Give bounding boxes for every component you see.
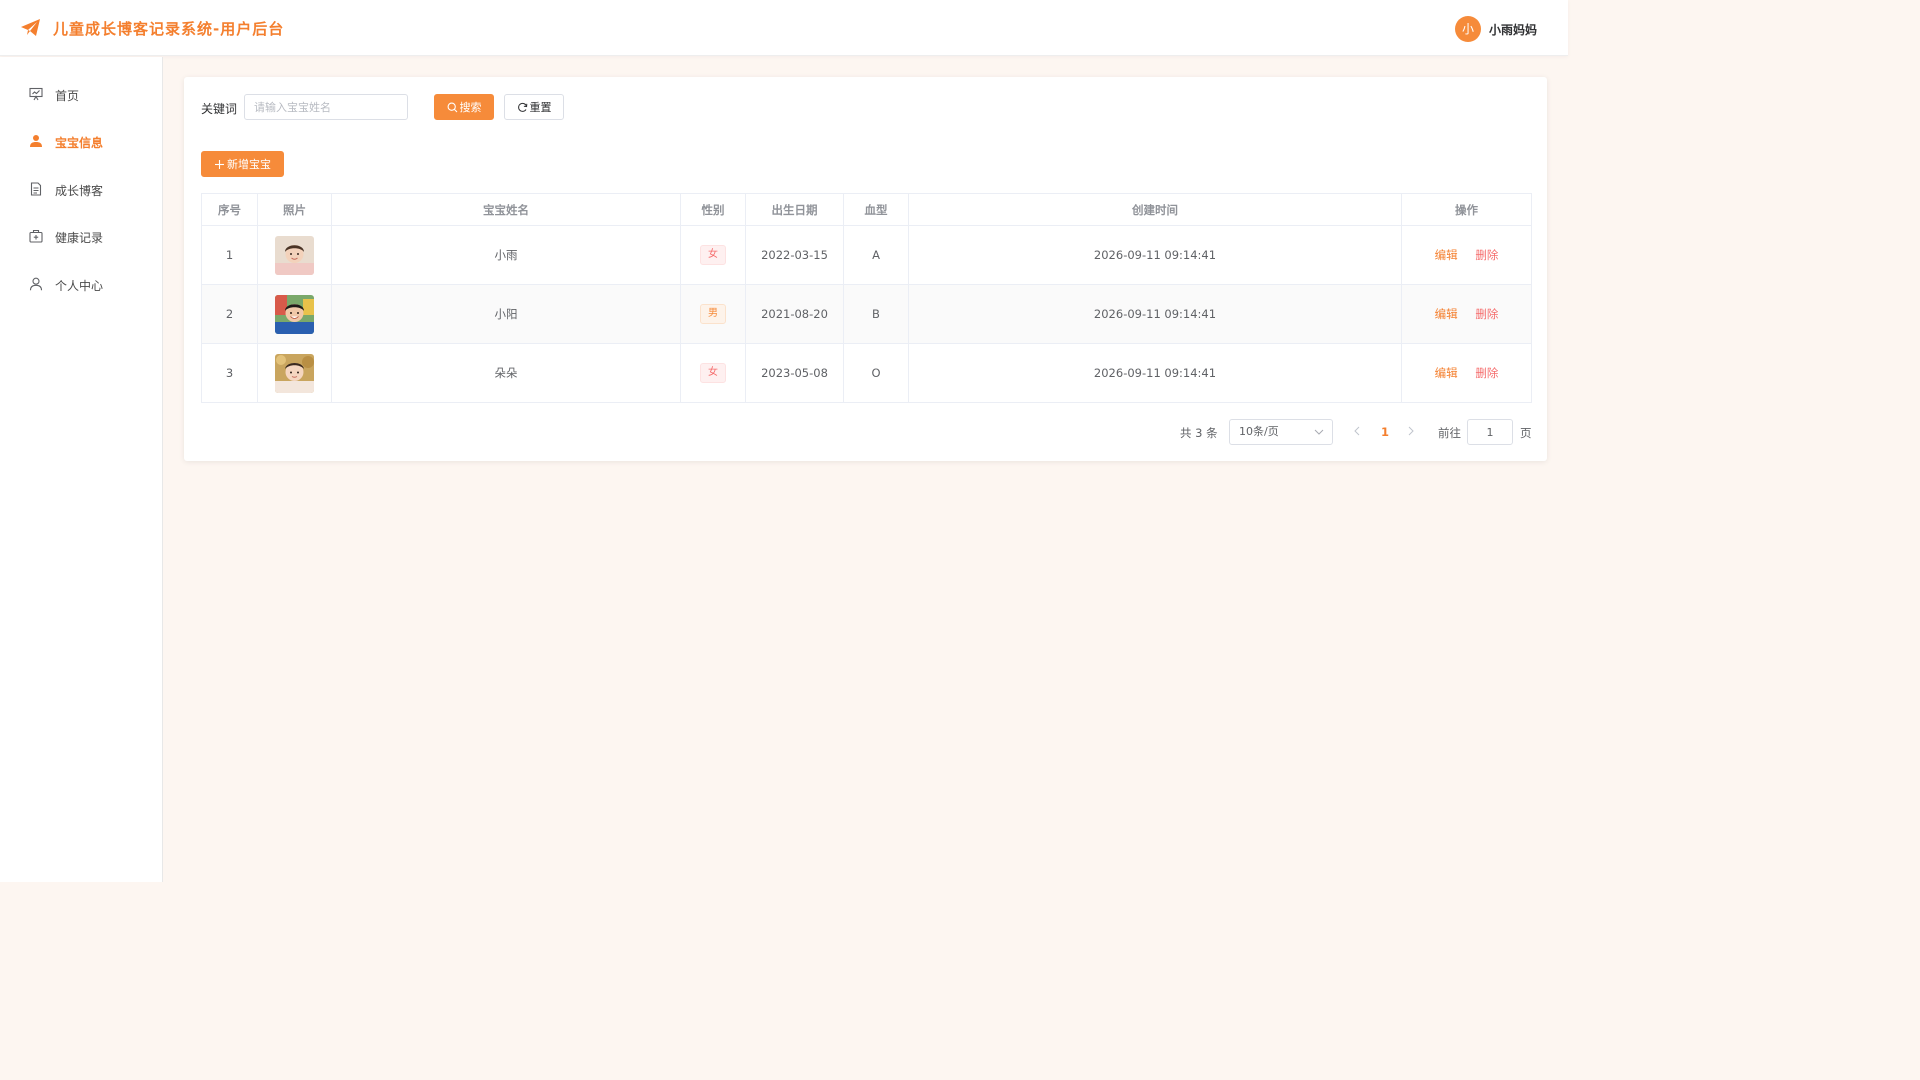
cell-blood: A <box>843 225 909 285</box>
column-header: 操作 <box>1401 193 1532 226</box>
app-title: 儿童成长博客记录系统-用户后台 <box>53 20 285 38</box>
column-header: 血型 <box>843 193 909 226</box>
cell-actions: 编辑 删除 <box>1401 343 1532 403</box>
sidebar-item-baby-info[interactable]: 宝宝信息 <box>0 123 162 159</box>
search-icon <box>447 102 457 112</box>
delete-button[interactable]: 删除 <box>1475 366 1498 380</box>
chevron-down-icon <box>1314 429 1324 435</box>
baby-photo[interactable] <box>275 353 314 393</box>
edit-button[interactable]: 编辑 <box>1435 307 1458 321</box>
cell-created: 2026-09-11 09:14:41 <box>908 225 1402 285</box>
baby-table: 序号 照片 宝宝姓名 性别 出生日期 血型 创建时间 操作 1 小雨 女 202… <box>201 193 1532 403</box>
column-header: 创建时间 <box>908 193 1402 226</box>
sidebar-item-label: 健康记录 <box>55 231 104 245</box>
column-header: 性别 <box>680 193 746 226</box>
paper-plane-icon <box>21 19 40 36</box>
document-icon <box>30 182 42 196</box>
column-header: 序号 <box>201 193 258 226</box>
medical-kit-icon <box>29 229 43 243</box>
cell-birth: 2022-03-15 <box>745 225 844 285</box>
baby-photo[interactable] <box>275 294 314 334</box>
table-header-row: 序号 照片 宝宝姓名 性别 出生日期 血型 创建时间 操作 <box>201 193 1532 226</box>
chevron-left-icon[interactable] <box>1352 425 1362 437</box>
delete-button[interactable]: 删除 <box>1475 307 1498 321</box>
gender-tag: 女 <box>700 245 726 265</box>
baby-photo[interactable] <box>275 235 314 275</box>
search-button-label: 搜索 <box>459 101 482 114</box>
main-card: 关键词 搜索 重置 新增宝宝 序号 照片 宝宝姓名 <box>184 77 1547 461</box>
cell-gender: 男 <box>680 284 746 344</box>
top-header: 儿童成长博客记录系统-用户后台 小 小雨妈妈 <box>0 0 1568 56</box>
delete-button[interactable]: 删除 <box>1475 248 1498 262</box>
user-icon <box>30 135 42 147</box>
sidebar-item-label: 宝宝信息 <box>55 136 104 150</box>
pagination-total: 共 3 条 <box>1180 426 1218 440</box>
goto-page-input[interactable] <box>1467 419 1513 445</box>
column-header: 出生日期 <box>745 193 844 226</box>
cell-index: 2 <box>201 284 258 344</box>
avatar[interactable]: 小 <box>1455 16 1481 42</box>
goto-label: 前往 <box>1438 426 1461 440</box>
page-unit-label: 页 <box>1520 426 1532 440</box>
cell-name: 小阳 <box>331 284 681 344</box>
cell-gender: 女 <box>680 225 746 285</box>
cell-birth: 2023-05-08 <box>745 343 844 403</box>
keyword-input[interactable] <box>244 94 408 120</box>
sidebar-item-label: 个人中心 <box>55 279 104 293</box>
edit-button[interactable]: 编辑 <box>1435 248 1458 262</box>
keyword-label: 关键词 <box>201 102 238 116</box>
cell-name: 小雨 <box>331 225 681 285</box>
cell-actions: 编辑 删除 <box>1401 284 1532 344</box>
cell-photo <box>257 225 332 285</box>
reset-button[interactable]: 重置 <box>504 94 564 120</box>
reset-button-label: 重置 <box>529 101 552 114</box>
page-number-current[interactable]: 1 <box>1381 425 1389 439</box>
gender-tag: 男 <box>700 304 726 324</box>
chevron-right-icon[interactable] <box>1406 425 1416 437</box>
sidebar-item-label: 首页 <box>55 89 80 103</box>
gender-tag: 女 <box>700 363 726 383</box>
cell-created: 2026-09-11 09:14:41 <box>908 284 1402 344</box>
cell-index: 1 <box>201 225 258 285</box>
table-row: 3 朵朵 女 2023-05-08 O 2026-09-11 09:14:41 … <box>201 343 1532 403</box>
cell-index: 3 <box>201 343 258 403</box>
cell-photo <box>257 284 332 344</box>
search-button[interactable]: 搜索 <box>434 94 494 120</box>
sidebar-item-home[interactable]: 首页 <box>0 76 162 112</box>
cell-actions: 编辑 删除 <box>1401 225 1532 285</box>
person-outline-icon <box>29 277 43 291</box>
sidebar: 首页 宝宝信息 成长博客 健康记录 个人中心 <box>0 57 163 882</box>
page-size-select[interactable]: 10条/页 <box>1229 419 1333 445</box>
column-header: 宝宝姓名 <box>331 193 681 226</box>
cell-name: 朵朵 <box>331 343 681 403</box>
sidebar-item-personal-center[interactable]: 个人中心 <box>0 266 162 302</box>
cell-created: 2026-09-11 09:14:41 <box>908 343 1402 403</box>
add-button-label: 新增宝宝 <box>227 158 271 171</box>
cell-blood: O <box>843 343 909 403</box>
page-size-value: 10条/页 <box>1239 425 1279 438</box>
sidebar-item-label: 成长博客 <box>55 184 104 198</box>
cell-blood: B <box>843 284 909 344</box>
presentation-icon <box>29 87 43 101</box>
plus-icon <box>215 159 224 169</box>
column-header: 照片 <box>257 193 332 226</box>
edit-button[interactable]: 编辑 <box>1435 366 1458 380</box>
cell-birth: 2021-08-20 <box>745 284 844 344</box>
cell-photo <box>257 343 332 403</box>
sidebar-item-health-records[interactable]: 健康记录 <box>0 218 162 254</box>
add-baby-button[interactable]: 新增宝宝 <box>201 151 284 177</box>
table-row: 2 小阳 男 2021-08-20 B 2026-09-11 09:14:41 … <box>201 284 1532 344</box>
sidebar-item-growth-blog[interactable]: 成长博客 <box>0 171 162 207</box>
refresh-icon <box>517 102 527 112</box>
cell-gender: 女 <box>680 343 746 403</box>
username[interactable]: 小雨妈妈 <box>1489 21 1537 38</box>
table-row: 1 小雨 女 2022-03-15 A 2026-09-11 09:14:41 … <box>201 225 1532 285</box>
